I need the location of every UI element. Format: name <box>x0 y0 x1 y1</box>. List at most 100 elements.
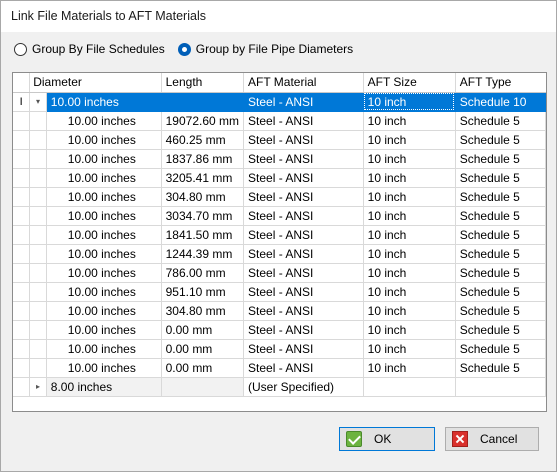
child-aft-material-cell[interactable]: Steel - ANSI <box>243 168 364 188</box>
child-aft-type-cell[interactable]: Schedule 5 <box>455 320 546 340</box>
group-aft-size-cell[interactable] <box>363 377 456 397</box>
child-aft-size-cell[interactable]: 10 inch <box>363 282 456 302</box>
child-aft-material-cell[interactable]: Steel - ANSI <box>243 320 364 340</box>
child-aft-type-cell[interactable]: Schedule 5 <box>455 149 546 169</box>
column-header-diameter[interactable]: Diameter <box>29 73 162 93</box>
child-row[interactable]: 10.00 inches 304.80 mm Steel - ANSI 10 inch… <box>13 301 546 321</box>
group-length-cell[interactable] <box>161 92 245 112</box>
child-aft-type-cell[interactable]: Schedule 5 <box>455 111 546 131</box>
child-row[interactable]: 10.00 inches 1244.39 mm Steel - ANSI 10 inc… <box>13 244 546 264</box>
child-aft-size-cell[interactable]: 10 inch <box>363 320 456 340</box>
child-diameter-cell[interactable]: 10.00 inches <box>46 206 162 226</box>
child-aft-material-cell[interactable]: Steel - ANSI <box>243 339 364 359</box>
child-row[interactable]: 10.00 inches 0.00 mm Steel - ANSI 10 inch Sc… <box>13 320 546 340</box>
group-row[interactable]: ▸ 8.00 inches (User Specified) <box>13 377 546 397</box>
child-diameter-cell[interactable]: 10.00 inches <box>46 282 162 302</box>
child-aft-material-cell[interactable]: Steel - ANSI <box>243 358 364 378</box>
child-length-cell[interactable]: 1244.39 mm <box>161 244 245 264</box>
child-diameter-cell[interactable]: 10.00 inches <box>46 244 162 264</box>
child-aft-type-cell[interactable]: Schedule 5 <box>455 339 546 359</box>
column-header-aft-size[interactable]: AFT Size <box>363 73 456 93</box>
child-length-cell[interactable]: 19072.60 mm <box>161 111 245 131</box>
child-row[interactable]: 10.00 inches 304.80 mm Steel - ANSI 10 inch… <box>13 187 546 207</box>
child-aft-type-cell[interactable]: Schedule 5 <box>455 358 546 378</box>
child-aft-size-cell[interactable]: 10 inch <box>363 263 456 283</box>
child-diameter-cell[interactable]: 10.00 inches <box>46 263 162 283</box>
group-aft-type-cell[interactable] <box>455 377 546 397</box>
child-aft-material-cell[interactable]: Steel - ANSI <box>243 130 364 150</box>
child-diameter-cell[interactable]: 10.00 inches <box>46 168 162 188</box>
child-row[interactable]: 10.00 inches 3205.41 mm Steel - ANSI 10 inc… <box>13 168 546 188</box>
child-aft-type-cell[interactable]: Schedule 5 <box>455 244 546 264</box>
child-diameter-cell[interactable]: 10.00 inches <box>46 301 162 321</box>
child-row[interactable]: 10.00 inches 0.00 mm Steel - ANSI 10 inch Sc… <box>13 339 546 359</box>
child-row[interactable]: 10.00 inches 0.00 mm Steel - ANSI 10 inch Sc… <box>13 358 546 378</box>
child-length-cell[interactable]: 786.00 mm <box>161 263 245 283</box>
child-aft-type-cell[interactable]: Schedule 5 <box>455 263 546 283</box>
child-length-cell[interactable]: 0.00 mm <box>161 358 245 378</box>
child-aft-size-cell[interactable]: 10 inch <box>363 358 456 378</box>
collapse-chevron-icon[interactable]: ▾ <box>29 92 47 112</box>
child-aft-type-cell[interactable]: Schedule 5 <box>455 168 546 188</box>
child-aft-material-cell[interactable]: Steel - ANSI <box>243 111 364 131</box>
column-header-aft-type[interactable]: AFT Type <box>455 73 546 93</box>
child-aft-material-cell[interactable]: Steel - ANSI <box>243 244 364 264</box>
child-aft-material-cell[interactable]: Steel - ANSI <box>243 187 364 207</box>
child-aft-size-cell[interactable]: 10 inch <box>363 111 456 131</box>
child-length-cell[interactable]: 0.00 mm <box>161 320 245 340</box>
child-row[interactable]: 10.00 inches 19072.60 mm Steel - ANSI 10 in… <box>13 111 546 131</box>
ok-button[interactable]: OK <box>339 427 435 451</box>
group-diameter-cell[interactable]: 10.00 inches <box>46 92 162 112</box>
child-aft-type-cell[interactable]: Schedule 5 <box>455 206 546 226</box>
group-length-cell[interactable] <box>161 377 245 397</box>
column-header-aft-material[interactable]: AFT Material <box>243 73 364 93</box>
group-aft-size-cell[interactable]: 10 inch <box>363 92 456 112</box>
child-length-cell[interactable]: 1841.50 mm <box>161 225 245 245</box>
child-diameter-cell[interactable]: 10.00 inches <box>46 225 162 245</box>
child-aft-size-cell[interactable]: 10 inch <box>363 225 456 245</box>
child-row[interactable]: 10.00 inches 951.10 mm Steel - ANSI 10 inch… <box>13 282 546 302</box>
child-diameter-cell[interactable]: 10.00 inches <box>46 320 162 340</box>
group-by-schedules-label[interactable]: Group By File Schedules <box>32 42 165 56</box>
child-aft-type-cell[interactable]: Schedule 5 <box>455 282 546 302</box>
group-aft-material-cell[interactable]: (User Specified) <box>243 377 364 397</box>
child-length-cell[interactable]: 951.10 mm <box>161 282 245 302</box>
child-aft-material-cell[interactable]: Steel - ANSI <box>243 225 364 245</box>
group-row[interactable]: I ▾ 10.00 inches Steel - ANSI 10 inch Schedul… <box>13 92 546 112</box>
child-length-cell[interactable]: 0.00 mm <box>161 339 245 359</box>
cancel-button[interactable]: Cancel <box>445 427 539 451</box>
child-diameter-cell[interactable]: 10.00 inches <box>46 339 162 359</box>
child-length-cell[interactable]: 460.25 mm <box>161 130 245 150</box>
child-length-cell[interactable]: 3034.70 mm <box>161 206 245 226</box>
group-aft-type-cell[interactable]: Schedule 10 <box>455 92 546 112</box>
child-aft-material-cell[interactable]: Steel - ANSI <box>243 301 364 321</box>
child-diameter-cell[interactable]: 10.00 inches <box>46 187 162 207</box>
child-aft-size-cell[interactable]: 10 inch <box>363 168 456 188</box>
group-by-diameters-label[interactable]: Group by File Pipe Diameters <box>196 42 353 56</box>
group-diameter-cell[interactable]: 8.00 inches <box>46 377 162 397</box>
child-aft-type-cell[interactable]: Schedule 5 <box>455 187 546 207</box>
child-diameter-cell[interactable]: 10.00 inches <box>46 111 162 131</box>
child-aft-type-cell[interactable]: Schedule 5 <box>455 130 546 150</box>
child-aft-size-cell[interactable]: 10 inch <box>363 130 456 150</box>
child-aft-size-cell[interactable]: 10 inch <box>363 149 456 169</box>
child-length-cell[interactable]: 304.80 mm <box>161 187 245 207</box>
child-length-cell[interactable]: 3205.41 mm <box>161 168 245 188</box>
child-row[interactable]: 10.00 inches 3034.70 mm Steel - ANSI 10 inc… <box>13 206 546 226</box>
child-aft-size-cell[interactable]: 10 inch <box>363 206 456 226</box>
child-length-cell[interactable]: 304.80 mm <box>161 301 245 321</box>
expand-chevron-icon[interactable]: ▸ <box>29 377 47 397</box>
child-aft-size-cell[interactable]: 10 inch <box>363 339 456 359</box>
child-aft-material-cell[interactable]: Steel - ANSI <box>243 149 364 169</box>
child-aft-material-cell[interactable]: Steel - ANSI <box>243 282 364 302</box>
child-diameter-cell[interactable]: 10.00 inches <box>46 358 162 378</box>
child-diameter-cell[interactable]: 10.00 inches <box>46 149 162 169</box>
group-by-schedules-radio[interactable] <box>14 42 27 56</box>
child-aft-material-cell[interactable]: Steel - ANSI <box>243 263 364 283</box>
child-aft-type-cell[interactable]: Schedule 5 <box>455 301 546 321</box>
child-row[interactable]: 10.00 inches 1841.50 mm Steel - ANSI 10 inc… <box>13 225 546 245</box>
child-row[interactable]: 10.00 inches 1837.86 mm Steel - ANSI 10 inc… <box>13 149 546 169</box>
child-aft-size-cell[interactable]: 10 inch <box>363 244 456 264</box>
child-diameter-cell[interactable]: 10.00 inches <box>46 130 162 150</box>
group-by-diameters-radio[interactable] <box>177 42 191 56</box>
